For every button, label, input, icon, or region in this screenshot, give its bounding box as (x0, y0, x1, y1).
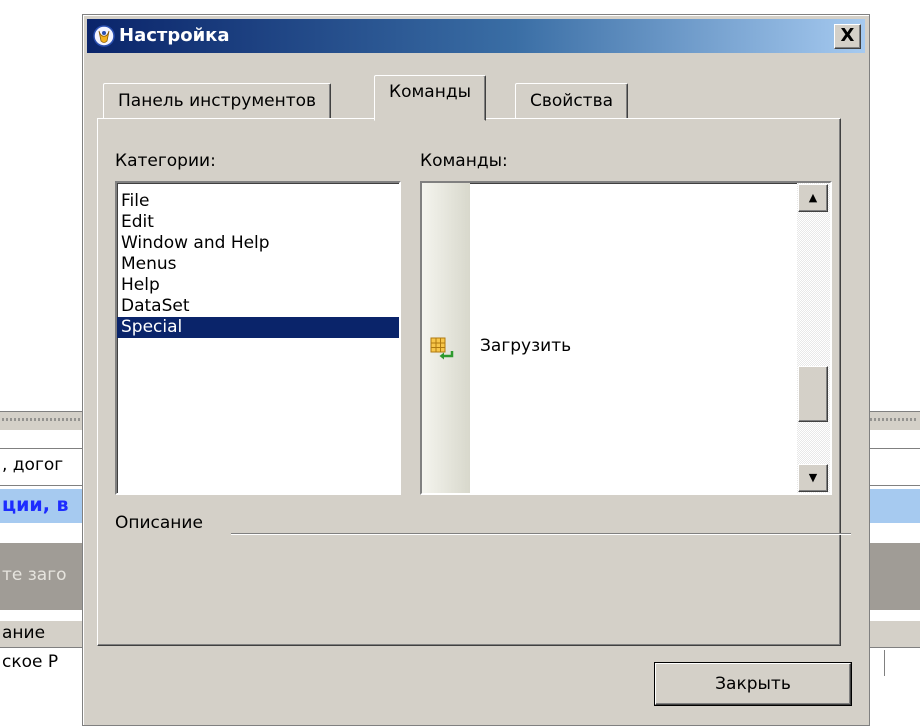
dialog-title-bar[interactable]: Настройка X (87, 19, 865, 53)
commands-label: Команды: (420, 151, 508, 171)
background-row-1-right (868, 448, 920, 486)
background-toolbar-left (0, 411, 82, 430)
background-row-4-text: ание (2, 623, 46, 643)
background-toolbar-right (868, 411, 920, 430)
background-row-3: те заго (0, 543, 82, 610)
background-row-1: , догог (0, 448, 82, 486)
category-item-window-and-help[interactable]: Window and Help (117, 233, 399, 254)
background-row-5-text: ское Р (2, 652, 59, 672)
description-separator (231, 533, 851, 535)
scroll-up-icon[interactable]: ▲ (798, 184, 828, 212)
background-header-cell: ание (0, 621, 82, 648)
categories-label: Категории: (115, 151, 216, 171)
customize-dialog: Настройка X Панель инструментов Команды … (82, 14, 870, 726)
background-header-cell-right (868, 621, 920, 648)
categories-list[interactable]: File Edit Window and Help Menus Help Dat… (115, 181, 401, 495)
category-item-menus[interactable]: Menus (117, 254, 399, 275)
background-data-cell-right (868, 650, 885, 676)
background-row-3-right (868, 543, 920, 610)
scroll-down-icon[interactable]: ▼ (798, 464, 828, 492)
category-item-edit[interactable]: Edit (117, 212, 399, 233)
background-row-2-right (868, 489, 920, 523)
close-icon[interactable]: X (834, 24, 861, 49)
background-row-1-text: , догог (2, 455, 64, 475)
commands-list[interactable]: Загрузить ▲ ▼ (420, 181, 832, 495)
close-button[interactable]: Закрыть (655, 663, 851, 705)
background-row-3-text: те заго (2, 565, 67, 585)
commands-scrollbar[interactable]: ▲ ▼ (797, 183, 830, 493)
category-item-file[interactable]: File (117, 191, 399, 212)
description-label: Описание (115, 513, 203, 533)
scroll-thumb[interactable] (798, 366, 828, 422)
category-item-dataset[interactable]: DataSet (117, 296, 399, 317)
category-item-special[interactable]: Special (117, 317, 399, 338)
category-item-help[interactable]: Help (117, 275, 399, 296)
background-data-cell: ское Р (0, 650, 82, 676)
app-icon (93, 25, 115, 47)
tab-properties[interactable]: Свойства (515, 83, 629, 119)
dialog-title: Настройка (119, 25, 230, 46)
background-row-2: ции, в (0, 489, 82, 523)
command-item-label: Загрузить (480, 336, 572, 356)
tab-commands[interactable]: Команды (374, 75, 487, 121)
background-row-2-text: ции, в (2, 494, 69, 516)
tab-toolbars[interactable]: Панель инструментов (103, 83, 332, 119)
load-grid-icon (430, 337, 454, 360)
